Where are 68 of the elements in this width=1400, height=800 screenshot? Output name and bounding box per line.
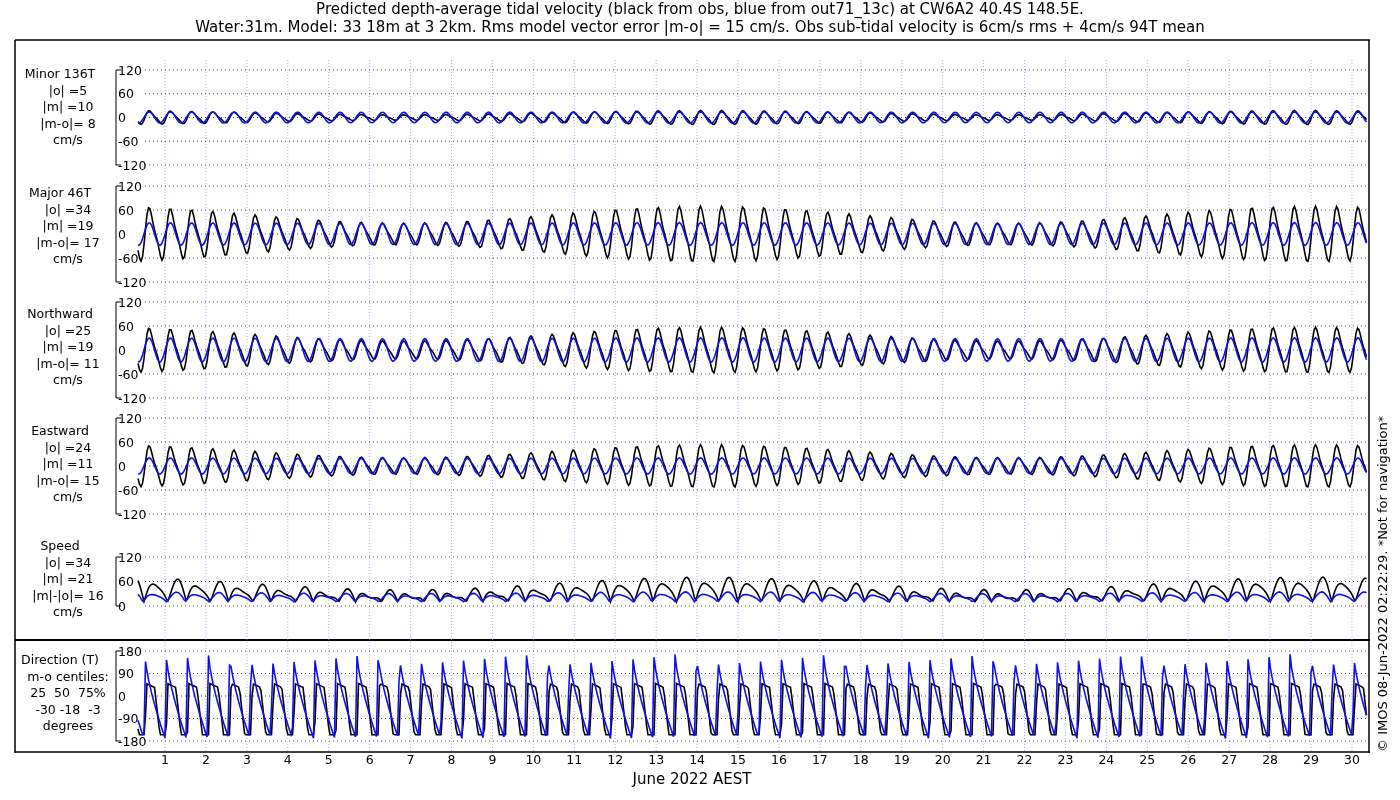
day-label: 7: [406, 752, 415, 767]
day-label: 20: [934, 752, 951, 767]
day-label: 13: [648, 752, 665, 767]
credit-text: © IMOS 08-Jun-2022 02:22:29. *Not for navigation*: [1375, 415, 1390, 752]
axis-tick-label: 60: [118, 434, 134, 450]
axis-tick-label: 120: [118, 410, 142, 426]
day-label: 1: [161, 752, 169, 767]
day-label: 28: [1262, 752, 1279, 767]
day-label: 18: [852, 752, 869, 767]
axis-tick-label: 120: [118, 62, 142, 78]
day-label: 2: [201, 752, 210, 767]
axis-tick-label: 0: [118, 598, 126, 614]
axis-tick-label: -120: [118, 390, 147, 406]
axis-tick-label: 120: [118, 294, 142, 310]
axis-tick-label: 60: [118, 86, 134, 102]
axis-tick-label: -180: [118, 733, 147, 749]
day-label: 8: [447, 752, 456, 767]
axis-tick-label: 120: [118, 549, 142, 565]
axis-tick-label: -60: [118, 482, 139, 498]
axis-tick-label: -60: [118, 133, 139, 149]
panel-label: Eastward |o| =24 |m| =11 |m-o|= 15 cm/s: [31, 423, 100, 504]
chart-title: Predicted depth-average tidal velocity (black from obs, blue from out71_13c) at CW6A2 40.4S 148.5E.: [316, 0, 1084, 18]
axis-tick-label: 0: [118, 110, 126, 125]
day-label: 19: [893, 752, 910, 767]
day-label: 22: [1016, 752, 1033, 767]
day-label: 9: [488, 752, 497, 767]
day-label: 26: [1180, 752, 1197, 767]
panel-label: Major 46T |o| =34 |m| =19 |m-o|= 17 cm/s: [28, 185, 100, 266]
day-label: 27: [1221, 752, 1238, 767]
axis-tick-label: 180: [118, 643, 142, 659]
panel-label: Direction (T) m-o centiles: 25 50 75% -30 -18 -3 degrees: [21, 652, 109, 733]
axis-tick-label: 60: [118, 574, 134, 589]
panel-label: Northward |o| =25 |m| =19 |m-o|= 11 cm/s: [27, 306, 100, 387]
axis-tick-label: -60: [118, 250, 139, 266]
axis-tick-label: 0: [118, 342, 126, 358]
day-label: 30: [1344, 752, 1360, 767]
axis-tick-label: 60: [118, 318, 134, 334]
day-label: 25: [1139, 752, 1156, 767]
panel-label: Speed |o| =34 |m| =21 |m|-|o|= 16 cm/s: [32, 538, 104, 619]
axis-tick-label: -90: [118, 711, 139, 726]
day-label: 11: [566, 752, 583, 767]
axis-tick-label: -120: [118, 274, 147, 290]
chart-subtitle: Water:31m. Model: 33 18m at 3 2km. Rms model vector error |m-o| = 15 cm/s. Obs sub-tidal velocity is 6cm/s rms + 4cm/s 94T mean: [195, 18, 1205, 36]
day-label: 5: [324, 752, 333, 767]
axis-tick-label: 0: [118, 688, 126, 704]
day-label: 16: [771, 752, 787, 767]
axis-tick-label: -120: [118, 506, 147, 522]
panel-label: Minor 136T |o| =5 |m| =10 |m-o|= 8 cm/s: [24, 66, 96, 147]
day-label: 21: [975, 752, 992, 767]
axis-tick-label: 120: [118, 178, 142, 194]
day-label: 15: [730, 752, 746, 767]
axis-tick-label: 0: [118, 226, 126, 242]
day-label: 10: [525, 752, 542, 767]
day-label: 6: [365, 752, 374, 767]
day-label: 29: [1303, 752, 1319, 767]
axis-tick-label: 0: [118, 458, 126, 474]
axis-tick-label: -120: [118, 157, 147, 173]
day-label: 3: [242, 752, 251, 767]
day-label: 4: [283, 752, 292, 767]
day-label: 17: [811, 752, 828, 767]
day-label: 14: [689, 752, 706, 767]
axis-tick-label: 90: [118, 666, 134, 681]
day-label: 12: [607, 752, 624, 767]
axis-title: June 2022 AEST: [632, 770, 752, 788]
day-label: 24: [1098, 752, 1115, 767]
day-label: 23: [1057, 752, 1074, 767]
axis-tick-label: 60: [118, 202, 134, 218]
axis-tick-label: -60: [118, 366, 139, 382]
